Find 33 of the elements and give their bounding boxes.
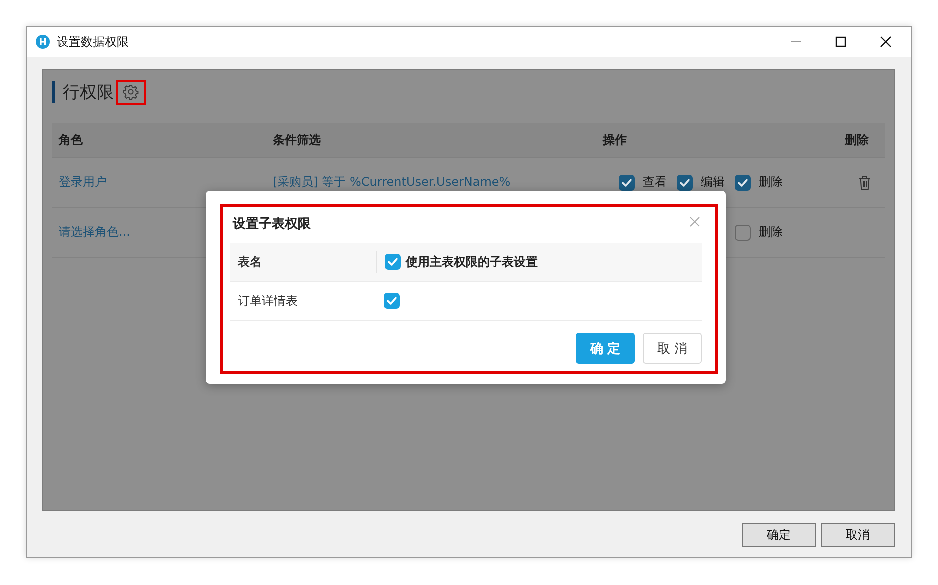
close-icon[interactable]: [880, 36, 892, 48]
checkbox-label: 删除: [759, 174, 783, 191]
checkbox[interactable]: [385, 254, 401, 270]
checkbox-label: 删除: [759, 224, 783, 241]
cancel-button[interactable]: 取消: [643, 333, 702, 364]
checkbox-label: 查看: [643, 174, 667, 191]
button[interactable]: 取消: [821, 523, 895, 547]
role-link[interactable]: 请选择角色...: [59, 225, 130, 239]
condition-link[interactable]: [采购员] 等于 %CurrentUser.UserName%: [273, 175, 511, 189]
column-header: 表名: [237, 254, 263, 270]
maximize-icon[interactable]: [835, 36, 847, 48]
checkbox[interactable]: [735, 174, 751, 190]
column-header: 删除: [844, 132, 870, 148]
column-header: 角色: [58, 132, 84, 148]
table-name: 订单详情表: [237, 292, 299, 310]
checkbox[interactable]: [735, 224, 751, 240]
checkbox-label: 编辑: [701, 174, 725, 191]
app-logo-icon: [36, 35, 50, 49]
button[interactable]: 确定: [742, 523, 816, 547]
column-header: 条件筛选: [272, 132, 322, 148]
accent-bar: [52, 81, 55, 103]
settings-icon[interactable]: [123, 84, 139, 100]
checkbox[interactable]: [619, 174, 635, 190]
checkbox-label: 使用主表权限的子表设置: [406, 254, 538, 270]
checkbox[interactable]: [384, 293, 400, 309]
window-title: 设置数据权限: [57, 34, 129, 50]
column-header: 操作: [602, 132, 628, 148]
dialog-title: 设置子表权限: [233, 216, 311, 232]
confirm-button[interactable]: 确定: [576, 333, 635, 364]
section-title: 行权限: [63, 82, 114, 104]
trash-icon[interactable]: [859, 176, 871, 190]
checkbox[interactable]: [677, 174, 693, 190]
role-link[interactable]: 登录用户: [59, 175, 107, 189]
